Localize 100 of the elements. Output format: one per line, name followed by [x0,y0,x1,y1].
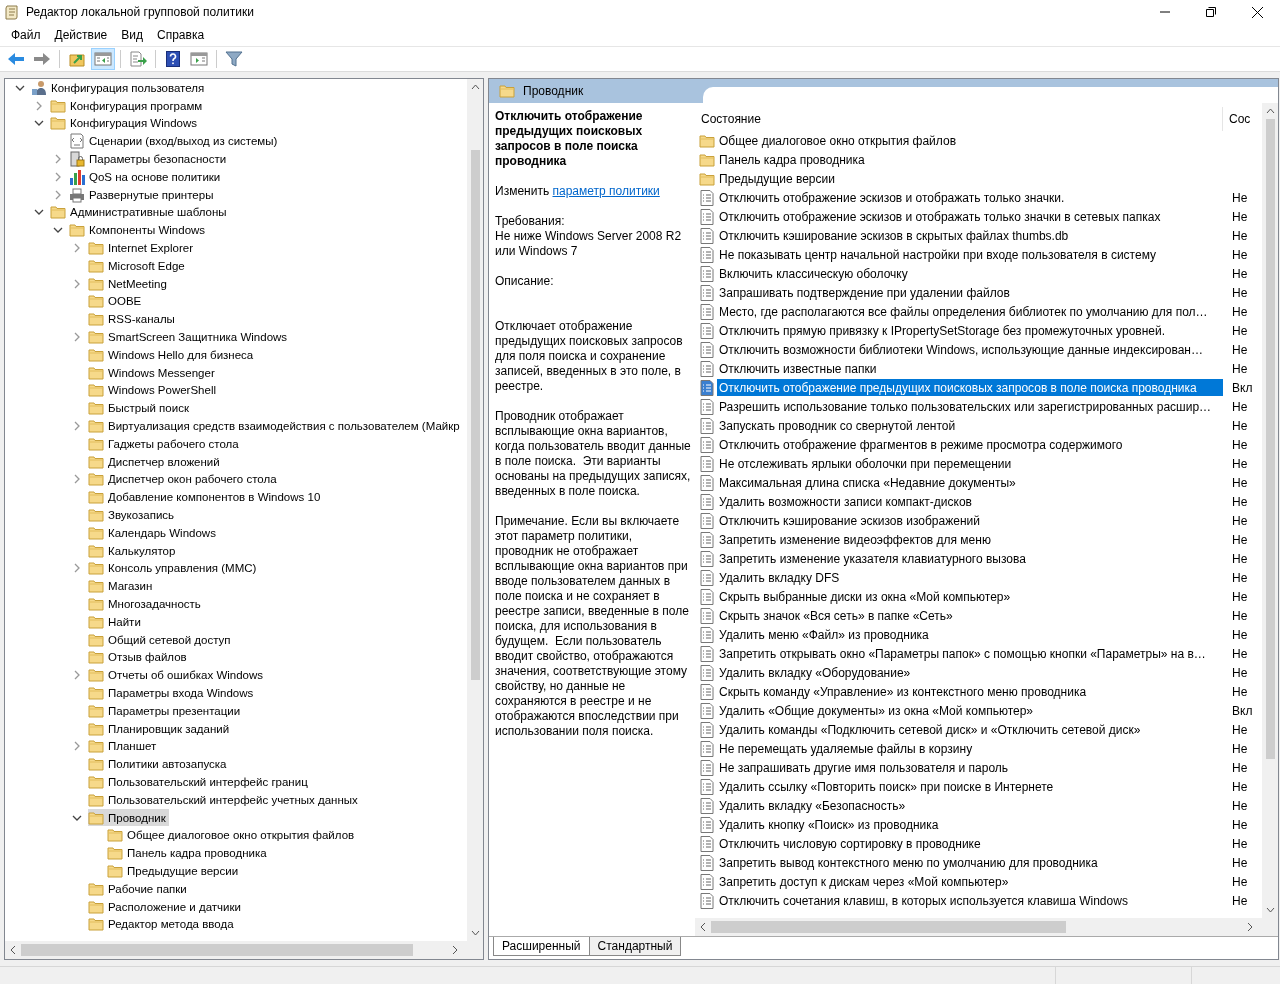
tree-item[interactable]: OOBE [88,292,145,311]
policy-name[interactable]: Удалить возможности записи компакт-дисков [717,493,1223,510]
policy-name[interactable]: Отключить сочетания клавиш, в которых используется клавиша Windows [717,892,1223,909]
policy-name[interactable]: Отключить известные папки [717,360,1223,377]
policy-name[interactable]: Запрашивать подтверждение при удалении файлов [717,284,1223,301]
tree-item[interactable]: Расположение и датчики [88,897,244,916]
policy-name[interactable]: Отключить отображение эскизов и отображать только значки. [717,189,1223,206]
policy-name[interactable]: Скрыть команду «Управление» из контекстного меню проводника [717,683,1223,700]
column-header[interactable]: Состояние [695,107,1223,131]
expand-chevron-icon[interactable] [72,741,82,752]
tree-item[interactable]: Рабочие папки [88,879,190,898]
policy-name[interactable]: Удалить команды «Подключить сетевой диск» и «Отключить сетевой диск» [717,721,1223,738]
scrollbar[interactable] [467,79,483,941]
policy-link[interactable]: параметр политики [552,184,660,198]
tree-item[interactable]: Сценарии (вход/выход из системы) [69,132,281,151]
policy-name[interactable]: Запретить вывод контекстного меню по умолчанию для проводника [717,854,1223,871]
policy-name[interactable]: Отключить числовую сортировку в проводнике [717,835,1223,852]
tree-item[interactable]: Общий сетевой доступ [88,630,234,649]
policy-name[interactable]: Запретить доступ к дискам через «Мой компьютер» [717,873,1223,890]
policy-name[interactable]: Место, где располагаются все файлы определения библиотек по умолчанию для пол… [717,303,1223,320]
tree-item[interactable]: RSS-каналы [88,310,178,329]
tree-item[interactable]: Конфигурация программ [50,96,206,115]
column-header[interactable]: Сос [1223,112,1251,126]
policy-name[interactable]: Общее диалоговое окно открытия файлов [717,132,1223,149]
tree-item[interactable]: Гаджеты рабочего стола [88,434,242,453]
tree-item[interactable]: Параметры входа Windows [88,684,257,702]
policy-name[interactable]: Удалить вкладку DFS [717,569,1223,586]
tree-item[interactable]: Развернутые принтеры [69,185,217,204]
policy-name[interactable]: Удалить кнопку «Поиск» из проводника [717,816,1223,833]
tree-item[interactable]: Калькулятор [88,541,179,560]
expand-chevron-icon[interactable] [72,421,82,432]
policy-name[interactable]: Отключить отображение эскизов и отображать только значки в сетевых папках [717,208,1223,225]
tree-item[interactable]: Редактор метода ввода [88,915,237,934]
policy-name[interactable]: Удалить вкладку «Оборудование» [717,664,1223,681]
tree-item[interactable]: Многозадачность [88,595,204,613]
tree-item[interactable]: Виртуализация средств взаимодействия с пользователем (Майкр [88,417,463,435]
policy-name[interactable]: Удалить ссылку «Повторить поиск» при поиске в Интернете [717,778,1223,795]
expand-chevron-icon[interactable] [53,189,63,200]
policy-name[interactable]: Запускать проводник со свернутой лентой [717,417,1223,434]
policy-name[interactable]: Удалить меню «Файл» из проводника [717,626,1223,643]
tree-item[interactable]: NetMeeting [88,274,170,293]
expand-chevron-icon[interactable] [53,171,63,182]
tree-item[interactable]: Звукозапись [88,506,178,524]
scrollbar[interactable] [1262,103,1278,918]
policy-name[interactable]: Не перемещать удаляемые файлы в корзину [717,740,1223,757]
policy-name[interactable]: Запретить изменение указателя клавиатурного вызова [717,550,1223,567]
tree-item[interactable]: Найти [88,612,144,631]
tree-item[interactable]: SmartScreen Защитника Windows [88,328,291,346]
tree-item[interactable]: Пользовательский интерфейс учетных данных [88,790,361,809]
policy-name[interactable]: Отключить отображение предыдущих поисковых запросов в поле поиска проводника [717,379,1223,396]
expand-chevron-icon[interactable] [72,278,82,289]
menu-item[interactable]: Справка [150,26,212,44]
policy-name[interactable]: Удалить «Общие документы» из окна «Мой компьютер» [717,702,1223,719]
tree-item[interactable]: Параметры безопасности [69,150,230,168]
tree-item[interactable]: Диспетчер окон рабочего стола [88,470,280,489]
tree-item[interactable]: Windows Messenger [88,363,218,382]
tree-item[interactable]: Календарь Windows [88,523,219,542]
expand-chevron-icon[interactable] [72,474,82,485]
expand-chevron-icon[interactable] [72,670,82,681]
tree-item[interactable]: Internet Explorer [88,239,196,257]
tree-item[interactable]: Windows Hello для бизнеса [88,345,257,364]
expand-chevron-icon[interactable] [72,332,82,343]
tree-item[interactable]: Планшет [88,737,160,756]
policy-name[interactable]: Запретить изменение видеоэффектов для меню [717,531,1223,548]
policy-name[interactable]: Отключить прямую привязку к IPropertySetStorage без промежуточных уровней. [717,322,1223,339]
tree-item[interactable]: Предыдущие версии [107,862,242,880]
policy-name[interactable]: Включить классическую оболочку [717,265,1223,282]
policy-name[interactable]: Не показывать центр начальной настройки при входе пользователя в систему [717,246,1223,263]
tree-item[interactable]: Конфигурация Windows [50,114,201,133]
policy-name[interactable]: Скрыть выбранные диски из окна «Мой компьютер» [717,588,1223,605]
tree-item[interactable]: Консоль управления (MMC) [88,559,260,578]
tree-item[interactable]: QoS на основе политики [69,168,224,186]
tree-item[interactable]: Отзыв файлов [88,648,190,667]
expand-chevron-icon[interactable] [34,100,44,111]
policy-name[interactable]: Разрешить использование только пользовательских или зарегистрированных расшир… [717,398,1223,415]
policy-name[interactable]: Предыдущие версии [717,170,1223,187]
tree-item[interactable]: Добавление компонентов в Windows 10 [88,488,324,507]
policy-name[interactable]: Запретить открывать окно «Параметры папок» с помощью кнопки «Параметры» на в… [717,645,1223,662]
policy-name[interactable]: Панель кадра проводника [717,151,1223,168]
policy-name[interactable]: Удалить вкладку «Безопасность» [717,797,1223,814]
tree-item[interactable]: Проводник [88,808,169,827]
menu-item[interactable]: Файл [4,26,48,44]
tree-item[interactable]: Компоненты Windows [69,221,209,240]
tree-item[interactable]: Панель кадра проводника [107,844,270,863]
tree-item[interactable]: Административные шаблоны [50,203,230,222]
tree-item[interactable]: Планировщик заданий [88,719,233,738]
menu-item[interactable]: Действие [47,26,115,44]
tree-item[interactable]: Пользовательский интерфейс границ [88,773,311,791]
tree-item[interactable]: Общее диалоговое окно открытия файлов [107,826,358,845]
view-tab[interactable]: Стандартный [588,937,682,956]
tree-item[interactable]: Политики автозапуска [88,755,230,774]
scrollbar[interactable] [5,941,483,959]
policy-name[interactable]: Максимальная длина списка «Недавние документы» [717,474,1223,491]
tree-item[interactable]: Параметры презентации [88,701,244,720]
tree-item[interactable]: Отчеты об ошибках Windows [88,666,267,685]
tree-item[interactable]: Windows PowerShell [88,381,219,400]
policy-name[interactable]: Не отслеживать ярлыки оболочки при перемещении [717,455,1223,472]
expand-chevron-icon[interactable] [72,243,82,254]
expand-chevron-icon[interactable] [53,154,63,165]
policy-name[interactable]: Не запрашивать другие имя пользователя и пароль [717,759,1223,776]
